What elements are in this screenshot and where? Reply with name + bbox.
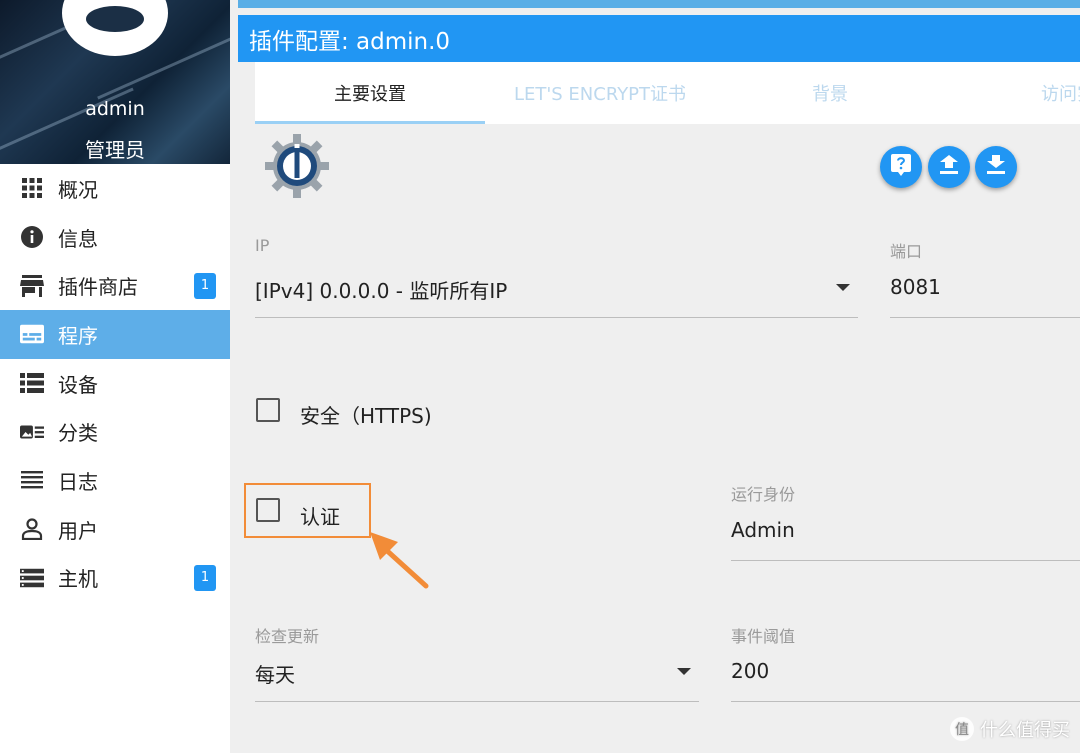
hosts-badge: 1 xyxy=(194,564,216,591)
sidebar-item-users[interactable]: 用户 xyxy=(0,505,230,554)
auth-highlight-box xyxy=(244,483,371,538)
sidebar: admin 管理员 概况 信息 插件商店 1 程序 设备 分类 日志 用户 主机… xyxy=(0,0,230,753)
sidebar-item-label: 日志 xyxy=(58,469,98,494)
watermark-logo-icon: 值 xyxy=(950,717,974,741)
sidebar-item-store[interactable]: 插件商店 1 xyxy=(0,261,230,310)
ip-label: IP xyxy=(255,236,270,255)
update-dropdown-caret-icon[interactable] xyxy=(677,668,691,675)
profile-header: admin 管理员 xyxy=(0,0,230,164)
hosts-icon xyxy=(20,566,44,590)
dialog-title: 插件配置: admin.0 xyxy=(238,15,1080,62)
https-label[interactable]: 安全（HTTPS) xyxy=(300,400,432,429)
help-button[interactable] xyxy=(880,146,922,188)
help-icon xyxy=(891,154,911,180)
sidebar-item-info[interactable]: 信息 xyxy=(0,213,230,262)
update-check-underline xyxy=(255,701,699,702)
sidebar-item-enums[interactable]: 分类 xyxy=(0,407,230,456)
event-threshold-label: 事件阈值 xyxy=(731,627,796,646)
port-label: 端口 xyxy=(890,242,923,261)
run-as-label: 运行身份 xyxy=(731,485,796,504)
event-threshold-input[interactable]: 200 xyxy=(731,659,769,683)
tab-background[interactable]: 背景 xyxy=(715,62,945,124)
sidebar-item-instances[interactable]: 程序 xyxy=(0,310,230,359)
sidebar-item-label: 信息 xyxy=(58,226,98,251)
upload-icon xyxy=(940,155,958,179)
ip-underline xyxy=(255,317,858,318)
annotation-arrow-icon xyxy=(366,528,430,594)
sidebar-item-label: 设备 xyxy=(58,372,98,397)
sidebar-item-label: 插件商店 xyxy=(58,275,138,300)
sidebar-item-hosts[interactable]: 主机 1 xyxy=(0,554,230,603)
profile-role: 管理员 xyxy=(85,138,145,162)
adapter-logo-icon xyxy=(265,134,329,202)
download-button[interactable] xyxy=(975,146,1017,188)
tab-letsencrypt[interactable]: LET'S ENCRYPT证书 xyxy=(485,62,715,124)
ip-select[interactable]: [IPv4] 0.0.0.0 - 监听所有IP xyxy=(255,275,507,304)
instances-icon xyxy=(20,322,44,346)
https-checkbox[interactable] xyxy=(256,398,280,422)
download-icon xyxy=(987,155,1005,179)
port-input[interactable]: 8081 xyxy=(890,275,941,299)
store-icon xyxy=(20,274,44,298)
log-icon xyxy=(20,468,44,492)
port-underline xyxy=(890,317,1080,318)
update-check-label: 检查更新 xyxy=(255,627,320,646)
config-panel: 主要设置 LET'S ENCRYPT证书 背景 访问实 xyxy=(238,62,1080,753)
store-badge: 1 xyxy=(194,272,216,299)
watermark: 值 什么值得买 xyxy=(950,716,1070,742)
sidebar-item-label: 概况 xyxy=(58,177,98,202)
sidebar-item-label: 分类 xyxy=(58,421,98,446)
sidebar-item-devices[interactable]: 设备 xyxy=(0,359,230,408)
run-as-select[interactable]: Admin xyxy=(731,518,795,542)
ip-dropdown-caret-icon[interactable] xyxy=(836,284,850,291)
sidebar-item-logs[interactable]: 日志 xyxy=(0,456,230,505)
devices-icon xyxy=(20,371,44,395)
sidebar-item-label: 程序 xyxy=(58,323,98,348)
user-icon xyxy=(20,517,44,541)
info-icon xyxy=(20,225,44,249)
top-strip xyxy=(238,0,1080,8)
avatar[interactable] xyxy=(62,0,168,56)
run-as-underline xyxy=(731,560,1080,561)
watermark-text: 什么值得买 xyxy=(980,720,1070,741)
update-check-select[interactable]: 每天 xyxy=(255,659,295,688)
tab-access[interactable]: 访问实 xyxy=(945,62,1080,124)
profile-username: admin xyxy=(85,98,145,120)
tab-main-settings[interactable]: 主要设置 xyxy=(255,62,485,124)
sidebar-item-label: 主机 xyxy=(58,567,98,592)
event-threshold-underline xyxy=(731,701,1080,702)
upload-button[interactable] xyxy=(928,146,970,188)
sidebar-nav: 概况 信息 插件商店 1 程序 设备 分类 日志 用户 主机 1 xyxy=(0,164,230,602)
enum-icon xyxy=(20,420,44,444)
sidebar-item-label: 用户 xyxy=(58,518,98,543)
sidebar-item-overview[interactable]: 概况 xyxy=(0,164,230,213)
grid-icon xyxy=(20,176,44,200)
tab-bar: 主要设置 LET'S ENCRYPT证书 背景 访问实 xyxy=(255,62,1080,124)
